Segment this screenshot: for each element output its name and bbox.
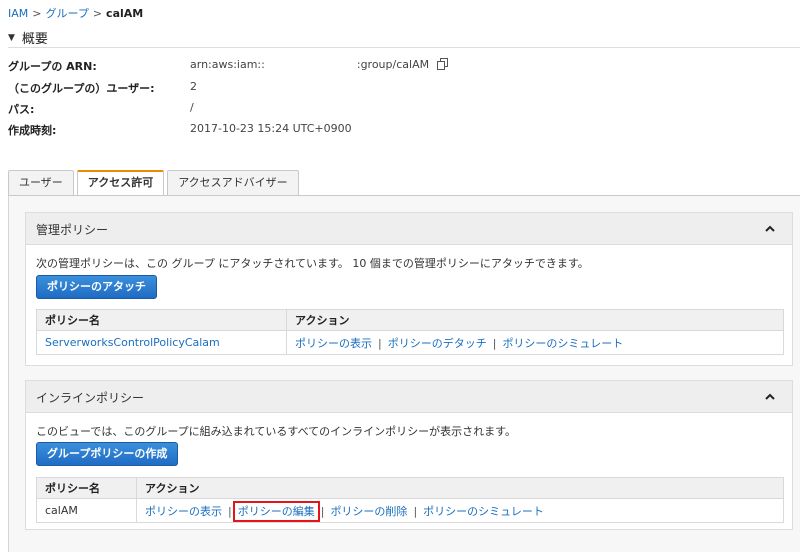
inline-policies-table: ポリシー名 アクション calAM ポリシーの表示 | ポリシーの編集 | ポリシーの削… [36,477,784,523]
tab-permissions[interactable]: アクセス許可 [76,170,165,196]
col-policy-name: ポリシー名 [36,477,137,499]
show-policy-link[interactable]: ポリシーの表示 [145,505,222,518]
managed-policies-description: 次の管理ポリシーは、この グループ にアタッチされています。 10 個までの管理… [36,257,589,270]
simulate-policy-link[interactable]: ポリシーのシミュレート [502,337,623,350]
chevron-up-icon[interactable] [764,391,776,403]
detach-policy-link[interactable]: ポリシーのデタッチ [388,337,487,350]
managed-policies-title: 管理ポリシー [36,223,109,237]
show-policy-link[interactable]: ポリシーの表示 [295,337,372,350]
summary-title: 概要 [21,32,48,47]
table-row: calAM ポリシーの表示 | ポリシーの編集 | ポリシーの削除 | ポリシーのシミュレー… [36,498,784,523]
inline-policy-name: calAM [36,498,137,523]
arn-suffix: :group/calAM [356,58,430,71]
created-value: 2017-10-23 15:24 UTC+0900 [190,122,352,135]
arn-prefix: arn:aws:iam:: [190,58,265,71]
inline-policies-title: インラインポリシー [36,391,145,405]
inline-policies-description: このビューでは、このグループに組み込まれているすべてのインラインポリシーが表示さ… [36,425,517,438]
path-value: / [190,101,194,114]
masked-account-id [264,59,357,68]
breadcrumb-groups-link[interactable]: グループ [45,7,88,20]
arn-value: arn:aws:iam:::group/calAM [190,58,449,73]
breadcrumb: IAM > グループ > calAM [8,5,143,21]
breadcrumb-iam-link[interactable]: IAM [8,7,28,20]
users-label: （このグループの）ユーザー: [8,82,155,95]
path-label: パス: [8,103,35,116]
table-row: ServerworksControlPolicyCalam ポリシーの表示 | ポリ… [36,330,784,355]
breadcrumb-separator: > [92,7,103,20]
chevron-up-icon[interactable] [764,223,776,235]
pipe-separator: | [378,336,382,350]
managed-policies-section: 管理ポリシー 次の管理ポリシーは、この グループ にアタッチされています。 10… [25,212,793,366]
policy-name-link[interactable]: ServerworksControlPolicyCalam [45,336,220,349]
created-label: 作成時刻: [8,124,57,137]
tab-bar: ユーザー アクセス許可 アクセスアドバイザー [8,170,302,196]
attach-policy-button[interactable]: ポリシーのアタッチ [36,275,157,299]
col-policy-name: ポリシー名 [36,309,287,331]
edit-policy-link[interactable]: ポリシーの編集 [232,500,320,522]
breadcrumb-separator: > [32,7,42,20]
inline-policies-header[interactable]: インラインポリシー [26,381,792,413]
summary-toggle[interactable]: ▼ 概要 [8,28,48,47]
create-group-policy-button[interactable]: グループポリシーの作成 [36,442,179,466]
col-actions: アクション [286,309,784,331]
pipe-separator: | [320,504,325,518]
arn-label: グループの ARN: [8,60,97,73]
managed-policies-table: ポリシー名 アクション ServerworksControlPolicyCala… [36,309,784,355]
caret-down-icon: ▼ [8,32,15,43]
table-header-row: ポリシー名 アクション [36,309,784,331]
simulate-policy-link[interactable]: ポリシーのシミュレート [423,505,544,518]
pipe-separator: | [492,336,497,350]
pipe-separator: | [228,504,232,518]
users-count: 2 [190,80,197,93]
table-header-row: ポリシー名 アクション [36,477,784,499]
copy-icon[interactable] [436,58,449,73]
summary-divider [8,47,800,48]
tab-access-advisor[interactable]: アクセスアドバイザー [167,170,299,195]
inline-policies-section: インラインポリシー このビューでは、このグループに組み込まれているすべてのインラ… [25,380,793,530]
tab-users[interactable]: ユーザー [8,170,74,195]
managed-policies-header[interactable]: 管理ポリシー [26,213,792,245]
breadcrumb-current: calAM [106,7,144,20]
col-actions: アクション [136,477,784,499]
pipe-separator: | [413,504,418,518]
delete-policy-link[interactable]: ポリシーの削除 [330,505,407,518]
permissions-panel: 管理ポリシー 次の管理ポリシーは、この グループ にアタッチされています。 10… [8,196,800,552]
